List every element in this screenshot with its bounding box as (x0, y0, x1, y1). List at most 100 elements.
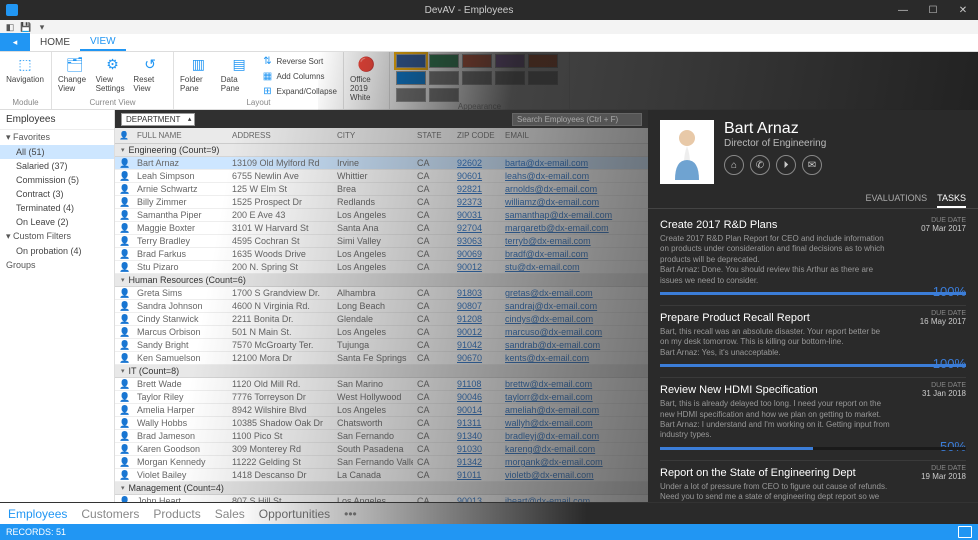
table-row[interactable]: 👤Violet Bailey1418 Descanso DrLa CanadaC… (115, 469, 648, 482)
cell-zip[interactable]: 92373 (453, 197, 501, 207)
theme-swatch[interactable] (429, 71, 459, 85)
status-view-icon[interactable] (958, 526, 972, 538)
cell-email[interactable]: margaretb@dx-email.com (501, 223, 648, 233)
cell-zip[interactable]: 90601 (453, 171, 501, 181)
view-tab[interactable]: VIEW (80, 33, 126, 51)
cell-zip[interactable]: 92704 (453, 223, 501, 233)
cell-email[interactable]: brettw@dx-email.com (501, 379, 648, 389)
table-row[interactable]: 👤Maggie Boxter3101 W Harvard StSanta Ana… (115, 222, 648, 235)
theme-swatch[interactable] (495, 71, 525, 85)
data-pane-button[interactable]: ▤Data Pane (221, 54, 258, 93)
theme-swatch[interactable] (396, 71, 426, 85)
theme-swatch[interactable] (495, 54, 525, 68)
cell-zip[interactable]: 92821 (453, 184, 501, 194)
cell-email[interactable]: williamz@dx-email.com (501, 197, 648, 207)
theme-swatch[interactable] (396, 54, 426, 68)
cell-zip[interactable]: 90031 (453, 210, 501, 220)
table-row[interactable]: 👤Karen Goodson309 Monterey RdSouth Pasad… (115, 443, 648, 456)
task-item[interactable]: Review New HDMI SpecificationDUE DATE31 … (660, 378, 966, 461)
cell-zip[interactable]: 90012 (453, 262, 501, 272)
col-state[interactable]: STATE (413, 131, 453, 140)
cell-zip[interactable]: 90670 (453, 353, 501, 363)
reset-view-button[interactable]: ↺Reset View (133, 54, 167, 93)
change-view-button[interactable]: 🗂Change View (58, 54, 92, 93)
cell-email[interactable]: sandrab@dx-email.com (501, 340, 648, 350)
view-settings-button[interactable]: ⚙View Settings (96, 54, 130, 93)
table-row[interactable]: 👤Leah Simpson6755 Newlin AveWhittierCA90… (115, 170, 648, 183)
cell-zip[interactable]: 90014 (453, 405, 501, 415)
cell-zip[interactable]: 91340 (453, 431, 501, 441)
nav-opportunities[interactable]: Opportunities (259, 507, 330, 521)
cell-email[interactable]: morgank@dx-email.com (501, 457, 648, 467)
col-email[interactable]: EMAIL (501, 131, 648, 140)
custom-filters-header[interactable]: ▾ Custom Filters (0, 229, 114, 244)
qat-save-icon[interactable]: 💾 (20, 21, 32, 33)
col-address[interactable]: ADDRESS (228, 131, 333, 140)
cell-email[interactable]: gretas@dx-email.com (501, 288, 648, 298)
theme-swatch[interactable] (429, 88, 459, 102)
group-row[interactable]: Engineering (Count=9) (115, 144, 648, 157)
file-tab[interactable]: ◂ (0, 33, 30, 51)
nav-more[interactable]: ••• (344, 507, 357, 521)
cell-zip[interactable]: 91208 (453, 314, 501, 324)
cell-email[interactable]: kareng@dx-email.com (501, 444, 648, 454)
theme-swatch[interactable] (528, 54, 558, 68)
cell-email[interactable]: violetb@dx-email.com (501, 470, 648, 480)
table-row[interactable]: 👤Brett Wade1120 Old Mill Rd.San MarinoCA… (115, 378, 648, 391)
cell-email[interactable]: kents@dx-email.com (501, 353, 648, 363)
search-input[interactable]: Search Employees (Ctrl + F) (512, 113, 642, 126)
cell-zip[interactable]: 91042 (453, 340, 501, 350)
folder-item[interactable]: On probation (4) (0, 244, 114, 258)
task-item[interactable]: Report on the State of Engineering DeptD… (660, 461, 966, 502)
table-row[interactable]: 👤Wally Hobbs10385 Shadow Oak DrChatswort… (115, 417, 648, 430)
phone-icon[interactable]: ✆ (750, 155, 770, 175)
theme-swatch[interactable] (528, 71, 558, 85)
cell-zip[interactable]: 90012 (453, 327, 501, 337)
cell-zip[interactable]: 91342 (453, 457, 501, 467)
table-row[interactable]: 👤Amelia Harper8942 Wilshire BlvdLos Ange… (115, 404, 648, 417)
task-item[interactable]: Create 2017 R&D PlansDUE DATE07 Mar 2017… (660, 213, 966, 306)
cell-zip[interactable]: 91030 (453, 444, 501, 454)
nav-sales[interactable]: Sales (215, 507, 245, 521)
qat-icon[interactable]: ◧ (4, 21, 16, 33)
cell-zip[interactable]: 90069 (453, 249, 501, 259)
mail-icon[interactable]: ✉ (802, 155, 822, 175)
theme-swatch[interactable] (462, 71, 492, 85)
evaluations-tab[interactable]: EVALUATIONS (865, 190, 927, 208)
table-row[interactable]: 👤Brad Jameson1100 Pico StSan FernandoCA9… (115, 430, 648, 443)
cell-email[interactable]: leahs@dx-email.com (501, 171, 648, 181)
cell-email[interactable]: marcuso@dx-email.com (501, 327, 648, 337)
group-row[interactable]: IT (Count=8) (115, 365, 648, 378)
cell-email[interactable]: barta@dx-email.com (501, 158, 648, 168)
home-tab[interactable]: HOME (30, 33, 80, 51)
groups-header[interactable]: Groups (0, 258, 114, 272)
table-row[interactable]: 👤Sandy Bright7570 McGroarty Ter.TujungaC… (115, 339, 648, 352)
table-row[interactable]: 👤Ken Samuelson12100 Mora DrSanta Fe Spri… (115, 352, 648, 365)
table-row[interactable]: 👤Taylor Riley7776 Torreyson DrWest Holly… (115, 391, 648, 404)
group-row[interactable]: Human Resources (Count=6) (115, 274, 648, 287)
reverse-sort-button[interactable]: ⇅Reverse Sort (262, 54, 337, 68)
task-item[interactable]: Prepare Product Recall ReportDUE DATE16 … (660, 306, 966, 378)
col-name[interactable]: FULL NAME (133, 131, 228, 140)
video-icon[interactable]: ⏵ (776, 155, 796, 175)
cell-email[interactable]: wallyh@dx-email.com (501, 418, 648, 428)
table-row[interactable]: 👤Bart Arnaz13109 Old Mylford RdIrvineCA9… (115, 157, 648, 170)
cell-zip[interactable]: 91311 (453, 418, 501, 428)
table-row[interactable]: 👤Sandra Johnson4600 N Virginia Rd.Long B… (115, 300, 648, 313)
cell-email[interactable]: cindys@dx-email.com (501, 314, 648, 324)
office-theme-button[interactable]: 🔴Office 2019 White (350, 54, 383, 102)
favorites-header[interactable]: ▾ Favorites (0, 130, 114, 145)
qat-dropdown-icon[interactable]: ▾ (36, 21, 48, 33)
folder-item[interactable]: All (51) (0, 145, 114, 159)
folder-item[interactable]: Contract (3) (0, 187, 114, 201)
nav-employees[interactable]: Employees (8, 507, 67, 521)
cell-zip[interactable]: 90046 (453, 392, 501, 402)
folder-item[interactable]: Salaried (37) (0, 159, 114, 173)
table-row[interactable]: 👤Greta Sims1700 S Grandview Dr.AlhambraC… (115, 287, 648, 300)
cell-zip[interactable]: 90807 (453, 301, 501, 311)
minimize-button[interactable]: — (888, 0, 918, 20)
navigation-button[interactable]: ⬚ Navigation (6, 54, 44, 84)
table-row[interactable]: 👤Stu Pizaro200 N. Spring StLos AngelesCA… (115, 261, 648, 274)
cell-zip[interactable]: 93063 (453, 236, 501, 246)
table-row[interactable]: 👤Arnie Schwartz125 W Elm StBreaCA92821ar… (115, 183, 648, 196)
